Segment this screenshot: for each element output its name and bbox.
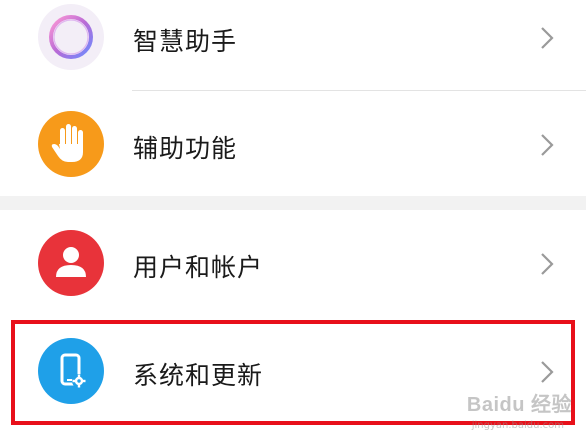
- watermark-url: jingyan.baidu.com: [471, 420, 564, 431]
- settings-item-label: 用户和帐户: [133, 253, 264, 282]
- settings-screen: 智慧助手 辅助功能 用户和帐户 系统和更新 Baidu 经验 jingyan.b…: [0, 0, 586, 435]
- settings-item-label: 辅助功能: [133, 134, 238, 163]
- settings-item-label: 智慧助手: [133, 27, 238, 56]
- chevron-right-icon: [537, 25, 557, 51]
- section-separator: [0, 196, 586, 210]
- assistant-ring-icon: [38, 4, 104, 70]
- chevron-right-icon: [537, 132, 557, 158]
- settings-item-accessibility[interactable]: 辅助功能: [0, 91, 586, 196]
- settings-group-1: 智慧助手 辅助功能: [0, 0, 586, 196]
- chevron-right-icon: [537, 251, 557, 277]
- phone-gear-icon: [38, 338, 104, 404]
- settings-item-smart-assistant[interactable]: 智慧助手: [0, 0, 586, 91]
- user-icon: [38, 230, 104, 296]
- watermark-logo: Baidu 经验: [466, 394, 572, 416]
- settings-item-users-accounts[interactable]: 用户和帐户: [0, 210, 586, 315]
- settings-item-label: 系统和更新: [133, 361, 264, 390]
- hand-icon: [38, 111, 104, 177]
- chevron-right-icon: [537, 359, 557, 385]
